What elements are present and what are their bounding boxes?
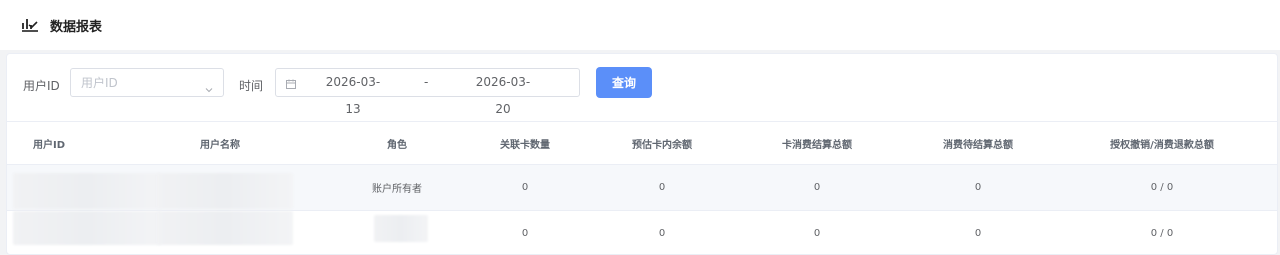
redacted-user-name xyxy=(157,211,293,245)
cell-settled-total: 0 xyxy=(813,228,821,239)
col-user-name[interactable]: 用户名称 xyxy=(145,122,295,164)
date-separator: - xyxy=(424,75,429,89)
page-title: 数据报表 xyxy=(50,19,103,35)
calendar-icon xyxy=(286,78,296,89)
cell-estimated-balance: 0 xyxy=(658,228,666,239)
cell-card-count: 0 xyxy=(521,228,529,239)
cell-card-count: 0 xyxy=(521,182,529,193)
col-settled-total[interactable]: 卡消费结算总额 xyxy=(742,122,892,164)
col-estimated-balance[interactable]: 预估卡内余额 xyxy=(592,122,732,164)
cell-pending-total: 0 xyxy=(974,182,982,193)
chevron-down-icon xyxy=(205,79,213,93)
col-pending-total[interactable]: 消费待结算总额 xyxy=(903,122,1053,164)
redacted-user-id xyxy=(13,173,161,209)
chart-icon xyxy=(20,16,40,34)
date-end[interactable]: 2026-03-20 xyxy=(470,69,536,123)
col-refund-total[interactable]: 授权撤销/消费退款总额 xyxy=(1067,122,1257,164)
cell-role: 账户所有者 xyxy=(372,184,422,195)
report-panel: 用户ID 时间 2026-03-13 - 2026-03-20 查询 用户ID xyxy=(6,53,1278,255)
filter-bar: 用户ID 时间 2026-03-13 - 2026-03-20 查询 xyxy=(7,54,1277,121)
col-role[interactable]: 角色 xyxy=(337,122,457,164)
time-label: 时间 xyxy=(239,79,264,93)
cell-pending-total: 0 xyxy=(974,228,982,239)
table-row[interactable]: 0 0 0 0 0 / 0 xyxy=(7,211,1277,255)
col-card-count[interactable]: 关联卡数量 xyxy=(465,122,585,164)
table-row[interactable]: 账户所有者 0 0 0 0 0 / 0 xyxy=(7,165,1277,211)
redacted-user-name xyxy=(157,173,293,209)
report-table: 用户ID 用户名称 角色 关联卡数量 预估卡内余额 卡消费结算总额 消费待结算总… xyxy=(7,121,1277,255)
user-id-select[interactable] xyxy=(70,68,224,97)
redacted-user-id xyxy=(13,211,161,245)
redacted-role xyxy=(374,215,428,242)
page-header: 数据报表 xyxy=(0,0,1280,50)
user-id-label: 用户ID xyxy=(23,79,60,93)
cell-refund-total: 0 / 0 xyxy=(1150,182,1174,193)
query-button[interactable]: 查询 xyxy=(596,67,652,98)
cell-settled-total: 0 xyxy=(813,182,821,193)
table-header: 用户ID 用户名称 角色 关联卡数量 预估卡内余额 卡消费结算总额 消费待结算总… xyxy=(7,121,1277,165)
cell-estimated-balance: 0 xyxy=(658,182,666,193)
col-user-id[interactable]: 用户ID xyxy=(7,122,157,164)
date-start[interactable]: 2026-03-13 xyxy=(320,69,386,123)
user-id-input[interactable] xyxy=(71,69,223,96)
cell-refund-total: 0 / 0 xyxy=(1150,228,1174,239)
date-range-picker[interactable]: 2026-03-13 - 2026-03-20 xyxy=(275,68,580,116)
